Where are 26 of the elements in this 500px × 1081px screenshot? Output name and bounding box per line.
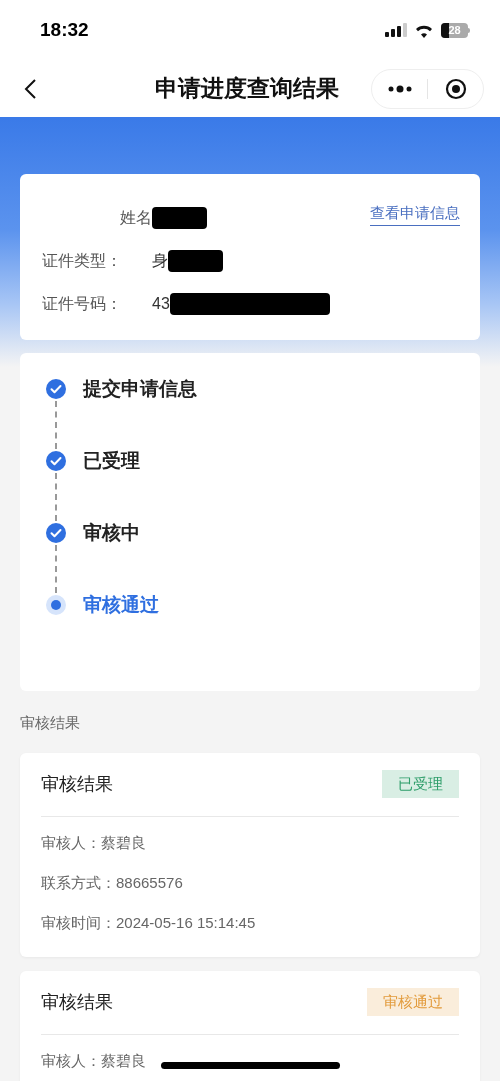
signal-icon bbox=[385, 23, 407, 37]
back-icon bbox=[23, 77, 37, 100]
step-label: 提交申请信息 bbox=[83, 376, 197, 401]
step-label: 审核通过 bbox=[83, 592, 159, 617]
step-label: 已受理 bbox=[83, 448, 140, 473]
section-title: 审核结果 bbox=[20, 713, 81, 733]
result-detail: 审核人：蔡碧良 bbox=[41, 832, 146, 853]
field-value: 43 bbox=[152, 293, 170, 314]
battery-icon: 28 bbox=[441, 22, 470, 38]
result-detail: 联系方式：88665576 bbox=[41, 872, 183, 893]
status-tag: 已受理 bbox=[382, 769, 459, 799]
more-icon bbox=[386, 84, 413, 93]
page-title: 申请进度查询结果 bbox=[153, 74, 340, 104]
result-detail: 审核人：蔡碧良 bbox=[41, 1050, 146, 1071]
field-value: 身 bbox=[152, 250, 168, 271]
view-application-link[interactable]: 查看申请信息 bbox=[370, 202, 460, 226]
status-time: 18:32 bbox=[40, 17, 89, 42]
status-tag: 审核通过 bbox=[367, 987, 459, 1017]
target-icon bbox=[444, 77, 467, 100]
field-label: 证件号码： bbox=[42, 293, 123, 314]
result-detail: 审核时间：2024-05-16 15:14:45 bbox=[41, 912, 256, 933]
field-label: 姓名 bbox=[119, 207, 152, 228]
step-label: 审核中 bbox=[83, 520, 140, 545]
result-title: 审核结果 bbox=[41, 772, 113, 796]
result-title: 审核结果 bbox=[41, 990, 113, 1014]
field-label: 证件类型： bbox=[42, 250, 123, 271]
